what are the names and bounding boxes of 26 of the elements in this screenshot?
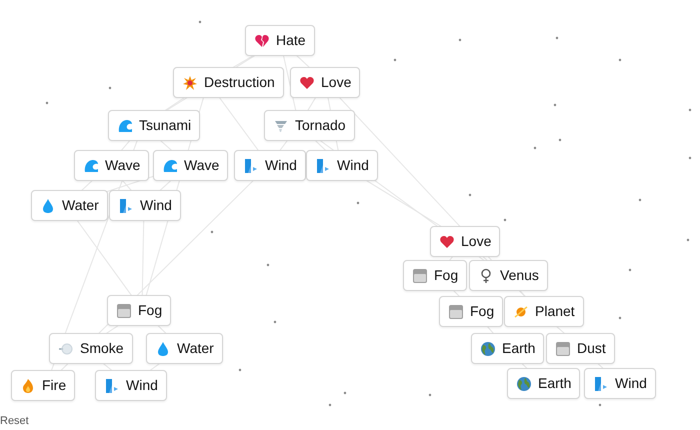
- element-tile[interactable]: Smoke: [49, 333, 133, 364]
- element-tile[interactable]: Water: [31, 190, 108, 221]
- element-tile[interactable]: Fog: [107, 295, 172, 326]
- element-tile[interactable]: Tornado: [264, 110, 355, 141]
- element-tile[interactable]: Love: [290, 67, 360, 98]
- element-tile[interactable]: Dust: [546, 333, 615, 364]
- element-tile[interactable]: Fog: [439, 296, 504, 327]
- element-tile[interactable]: Earth: [507, 368, 580, 399]
- element-tile[interactable]: Wind: [234, 150, 306, 181]
- element-tile[interactable]: Wind: [109, 190, 181, 221]
- element-tile[interactable]: Destruction: [173, 67, 284, 98]
- element-tile[interactable]: Wind: [95, 370, 167, 401]
- element-tile[interactable]: Planet: [504, 296, 584, 327]
- element-tile[interactable]: Wave: [153, 150, 228, 181]
- element-tile[interactable]: Wind: [306, 150, 378, 181]
- reset-button[interactable]: Reset: [0, 414, 29, 428]
- element-tile[interactable]: Fog: [403, 260, 468, 291]
- element-tile[interactable]: Wind: [584, 368, 656, 399]
- element-tile[interactable]: Water: [146, 333, 223, 364]
- element-tile[interactable]: Earth: [471, 333, 544, 364]
- element-tile[interactable]: Hate: [245, 25, 315, 56]
- element-tile[interactable]: Tsunami: [108, 110, 200, 141]
- element-tile[interactable]: Wave: [74, 150, 150, 181]
- element-tile[interactable]: Love: [430, 226, 500, 257]
- element-tile[interactable]: Fire: [11, 370, 76, 401]
- element-tile[interactable]: Venus: [469, 260, 548, 291]
